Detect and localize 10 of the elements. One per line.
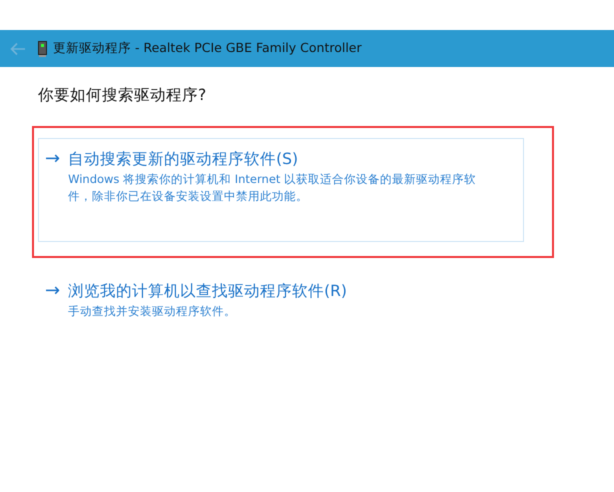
option-link[interactable]: → 自动搜索更新的驱动程序软件(S) Windows 将搜索你的计算机和 Internet 以获取适合你设备的最新驱动程序软件，除非你已在设备安装设置中禁用此功能。 bbox=[38, 138, 524, 242]
page-heading: 你要如何搜索驱动程序? bbox=[38, 85, 208, 106]
arrow-icon: → bbox=[45, 281, 60, 321]
device-icon bbox=[38, 40, 47, 56]
back-arrow-icon[interactable] bbox=[10, 42, 26, 56]
arrow-icon: → bbox=[45, 149, 60, 231]
option-link[interactable]: → 浏览我的计算机以查找驱动程序软件(R) 手动查找并安装驱动程序软件。 bbox=[38, 270, 524, 332]
option-description: Windows 将搜索你的计算机和 Internet 以获取适合你设备的最新驱动程序软件，除非你已在设备安装设置中禁用此功能。 bbox=[68, 171, 478, 205]
window-title: 更新驱动程序 - Realtek PCIe GBE Family Controller bbox=[53, 40, 362, 57]
option-description: 手动查找并安装驱动程序软件。 bbox=[68, 303, 238, 320]
